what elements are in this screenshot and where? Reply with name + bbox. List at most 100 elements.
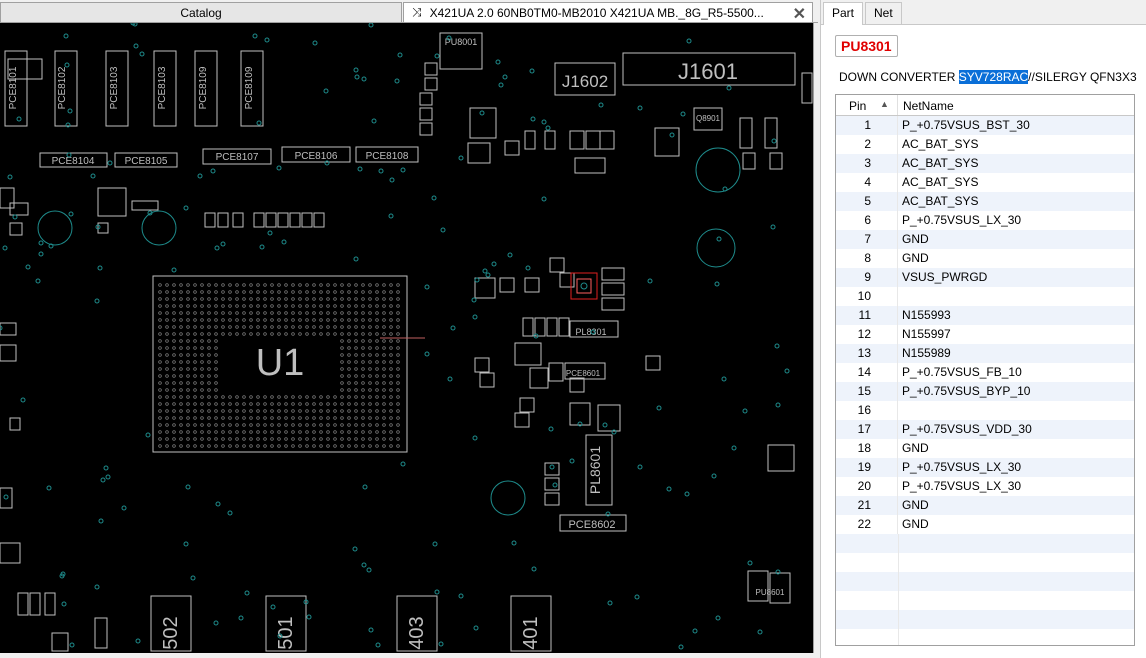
bga-pad bbox=[361, 297, 365, 301]
component-label: PCE8103 bbox=[109, 66, 120, 109]
bga-pad bbox=[165, 297, 169, 301]
pin-number: 13 bbox=[836, 344, 898, 363]
component-label: 403 bbox=[406, 616, 428, 649]
smd-component bbox=[524, 130, 536, 150]
bga-pad bbox=[333, 290, 337, 294]
via bbox=[378, 168, 384, 174]
via bbox=[471, 297, 477, 303]
bga-pad bbox=[284, 318, 288, 322]
tab-catalog[interactable]: Catalog bbox=[0, 2, 402, 22]
tab-document[interactable]: ⤨ X421UA 2.0 60NB0TM0-MB2010 X421UA MB._… bbox=[403, 2, 813, 22]
bga-pad bbox=[214, 290, 218, 294]
component-label: PCE8109 bbox=[244, 66, 255, 109]
net-name: P_+0.75VSUS_LX_30 bbox=[902, 213, 1022, 227]
bga-pad bbox=[298, 318, 302, 322]
bga-pad bbox=[368, 297, 372, 301]
part-description[interactable]: DOWN CONVERTER SYV728RAC//SILERGY QFN3X3 bbox=[839, 70, 1137, 84]
bga-pad bbox=[214, 318, 218, 322]
bga-pad bbox=[361, 367, 365, 371]
table-row[interactable]: 18 GND bbox=[836, 439, 1134, 458]
via bbox=[352, 546, 358, 552]
bga-pad bbox=[375, 423, 379, 427]
via bbox=[394, 78, 400, 84]
table-row[interactable]: 5 AC_BAT_SYS bbox=[836, 192, 1134, 211]
table-row[interactable]: 13 N155989 bbox=[836, 344, 1134, 363]
bga-pad bbox=[200, 304, 204, 308]
empty-row bbox=[836, 629, 1134, 645]
bga-pad bbox=[333, 297, 337, 301]
bga-pad bbox=[263, 416, 267, 420]
bga-pad bbox=[193, 374, 197, 378]
via bbox=[281, 239, 287, 245]
bga-pad bbox=[382, 395, 386, 399]
component-label: Q8901 bbox=[696, 114, 721, 123]
empty-row bbox=[836, 591, 1134, 610]
table-row[interactable]: 9 VSUS_PWRGD bbox=[836, 268, 1134, 287]
board-view[interactable]: U1 PCE8101 PCE8102 PCE8103 PCE8103 PCE8109 PCE… bbox=[0, 23, 814, 653]
table-row[interactable]: 21 GND bbox=[836, 496, 1134, 515]
bga-pad bbox=[179, 311, 183, 315]
table-row[interactable]: 1 P_+0.75VSUS_BST_30 bbox=[836, 116, 1134, 135]
bga-pad bbox=[207, 311, 211, 315]
table-row[interactable]: 3 AC_BAT_SYS bbox=[836, 154, 1134, 173]
close-tab-icon[interactable]: ✕ bbox=[793, 4, 806, 22]
bga-pad bbox=[249, 402, 253, 406]
bga-pad bbox=[214, 325, 218, 329]
bga-pad bbox=[228, 395, 232, 399]
via bbox=[105, 474, 111, 480]
net-name: VSUS_PWRGD bbox=[902, 270, 988, 284]
bga-pad bbox=[235, 325, 239, 329]
net-name: N155997 bbox=[902, 327, 951, 341]
table-row[interactable]: 12 N155997 bbox=[836, 325, 1134, 344]
via bbox=[541, 196, 547, 202]
component-label: PCE8103 bbox=[157, 66, 168, 109]
table-row[interactable]: 6 P_+0.75VSUS_LX_30 bbox=[836, 211, 1134, 230]
bga-pad bbox=[172, 416, 176, 420]
table-row[interactable]: 10 bbox=[836, 287, 1134, 306]
board-canvas[interactable]: U1 PCE8101 PCE8102 PCE8103 PCE8103 PCE8109 PCE… bbox=[0, 23, 813, 653]
table-row[interactable]: 16 bbox=[836, 401, 1134, 420]
table-row[interactable]: 14 P_+0.75VSUS_FB_10 bbox=[836, 363, 1134, 382]
smd-component bbox=[645, 355, 661, 371]
bga-pad bbox=[165, 388, 169, 392]
table-row[interactable]: 19 P_+0.75VSUS_LX_30 bbox=[836, 458, 1134, 477]
part-name-box[interactable]: PU8301 bbox=[835, 35, 898, 57]
netname-column-header[interactable]: NetName bbox=[898, 95, 954, 115]
bga-pad bbox=[389, 416, 393, 420]
bga-pad bbox=[277, 325, 281, 329]
table-row[interactable]: 8 GND bbox=[836, 249, 1134, 268]
table-row[interactable]: 17 P_+0.75VSUS_VDD_30 bbox=[836, 420, 1134, 439]
bga-pad bbox=[382, 325, 386, 329]
component-label: PCE8104 bbox=[52, 156, 95, 167]
via bbox=[602, 422, 608, 428]
table-row[interactable]: 4 AC_BAT_SYS bbox=[836, 173, 1134, 192]
bga-pad bbox=[340, 437, 344, 441]
net-name: P_+0.75VSUS_LX_30 bbox=[902, 479, 1022, 493]
bga-pad bbox=[298, 332, 302, 336]
table-row[interactable]: 7 GND bbox=[836, 230, 1134, 249]
tab-net[interactable]: Net bbox=[865, 2, 902, 24]
table-row[interactable]: 20 P_+0.75VSUS_LX_30 bbox=[836, 477, 1134, 496]
via bbox=[447, 376, 453, 382]
table-row[interactable]: 11 N155993 bbox=[836, 306, 1134, 325]
via bbox=[530, 116, 536, 122]
via bbox=[434, 589, 440, 595]
bga-pad bbox=[270, 332, 274, 336]
table-row[interactable]: 2 AC_BAT_SYS bbox=[836, 135, 1134, 154]
bga-pad bbox=[340, 430, 344, 434]
bga-pad bbox=[158, 360, 162, 364]
tab-part[interactable]: Part bbox=[823, 2, 864, 25]
table-row[interactable]: 22 GND bbox=[836, 515, 1134, 534]
bga-pad bbox=[375, 360, 379, 364]
bga-pad bbox=[277, 430, 281, 434]
bga-pad bbox=[396, 402, 400, 406]
via bbox=[244, 590, 250, 596]
pin-number: 14 bbox=[836, 363, 898, 382]
pin-column-header[interactable]: Pin ▲ bbox=[836, 95, 898, 115]
bga-pad bbox=[193, 325, 197, 329]
empty-row bbox=[836, 553, 1134, 572]
table-row[interactable]: 15 P_+0.75VSUS_BYP_10 bbox=[836, 382, 1134, 401]
pin-table[interactable]: Pin ▲ NetName 1 P_+0.75VSUS_BST_30 2 AC_BAT_… bbox=[835, 94, 1135, 646]
bga-pad bbox=[263, 325, 267, 329]
via bbox=[366, 567, 372, 573]
